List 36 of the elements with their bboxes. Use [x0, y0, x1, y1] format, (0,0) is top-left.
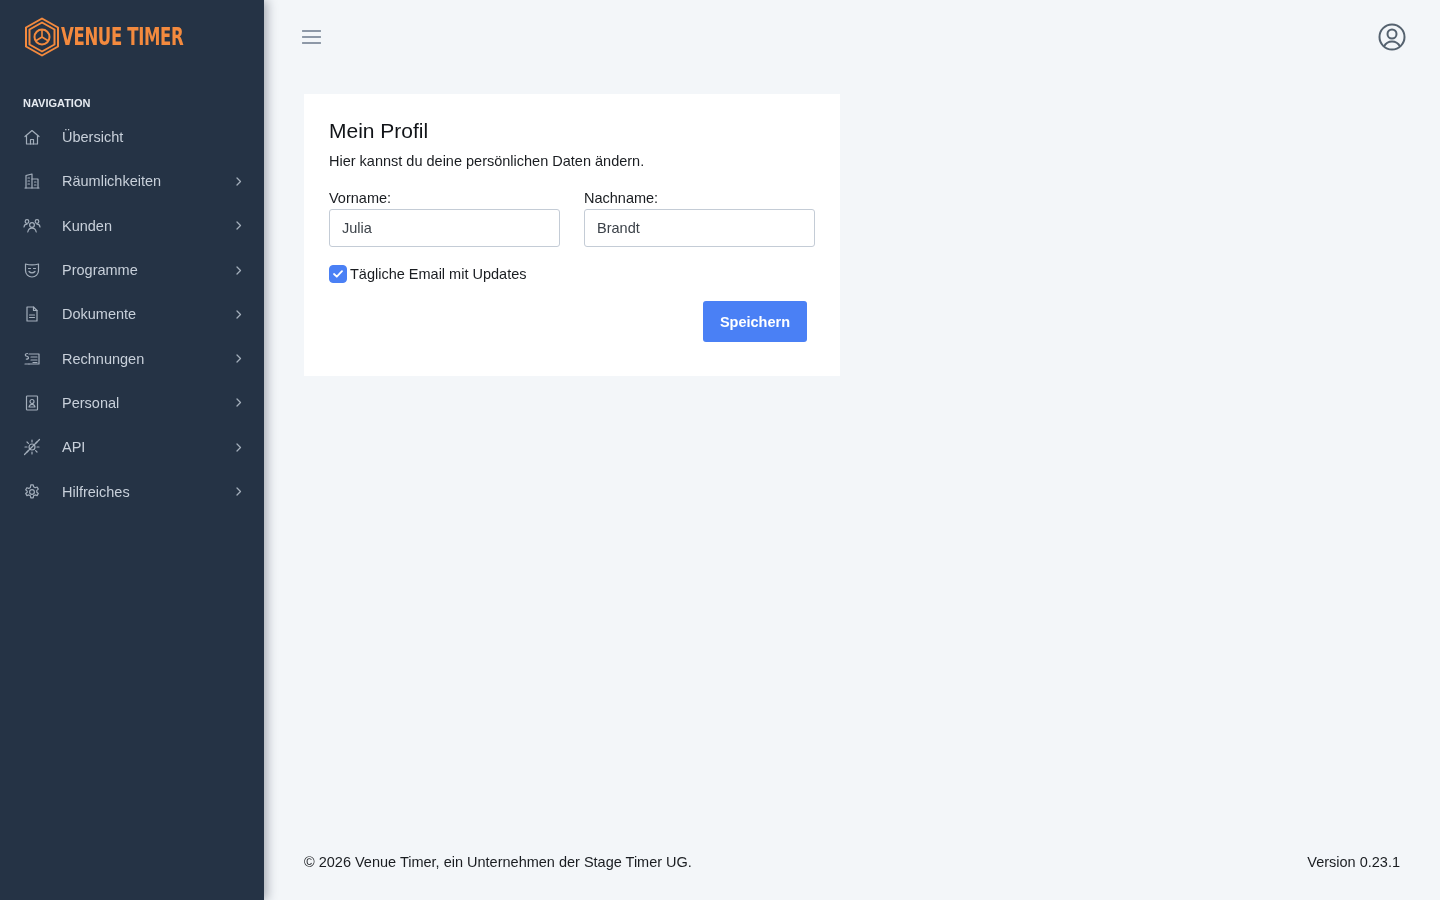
nav-item[interactable]: Hilfreiches — [0, 469, 264, 514]
checkmark-icon — [333, 270, 343, 278]
people-icon — [23, 216, 41, 235]
nav-item[interactable]: Personal — [0, 380, 264, 426]
nav-item[interactable]: Räumlichkeiten — [0, 159, 264, 204]
building-icon — [23, 172, 41, 191]
nav-item[interactable]: Programme — [0, 247, 264, 293]
logo-text: VENUE TIMER — [61, 24, 184, 50]
version-text: Version 0.23.1 — [1307, 853, 1400, 872]
home-icon — [23, 128, 41, 147]
nav-item[interactable]: Übersicht — [0, 115, 264, 160]
menu-icon — [302, 30, 321, 44]
slashed-burst-icon — [23, 438, 41, 457]
copyright-text: © 2026 Venue Timer, ein Unternehmen der Stage Timer UG. — [304, 853, 692, 872]
card-title: Mein Profil — [329, 119, 430, 143]
document-icon — [23, 305, 41, 324]
text-field[interactable]: Julia — [329, 209, 560, 247]
field-label: Nachname: — [584, 189, 660, 207]
id-badge-icon — [23, 393, 41, 412]
nav-item[interactable]: Dokumente — [0, 292, 264, 337]
nav-item[interactable]: Rechnungen — [0, 336, 264, 381]
field-label: Vorname: — [329, 189, 393, 207]
menu-button[interactable] — [302, 30, 321, 44]
checkbox-label[interactable]: Tägliche Email mit Updates — [350, 265, 527, 283]
mask-icon — [23, 261, 41, 280]
account-button[interactable] — [1378, 23, 1406, 51]
text-field[interactable]: Brandt — [584, 209, 815, 247]
settings-icon — [23, 482, 41, 501]
save-button[interactable]: Speichern — [702, 301, 807, 342]
card-subtitle: Hier kannst du deine persönlichen Daten ändern. — [329, 152, 646, 171]
nav-item[interactable]: API — [0, 425, 264, 470]
nav-item[interactable]: Kunden — [0, 203, 264, 248]
checkbox[interactable] — [329, 265, 347, 283]
hexagon-logo-icon — [24, 17, 60, 57]
user-avatar-icon — [1378, 23, 1406, 51]
section-title: NAVIGATION — [23, 96, 92, 111]
